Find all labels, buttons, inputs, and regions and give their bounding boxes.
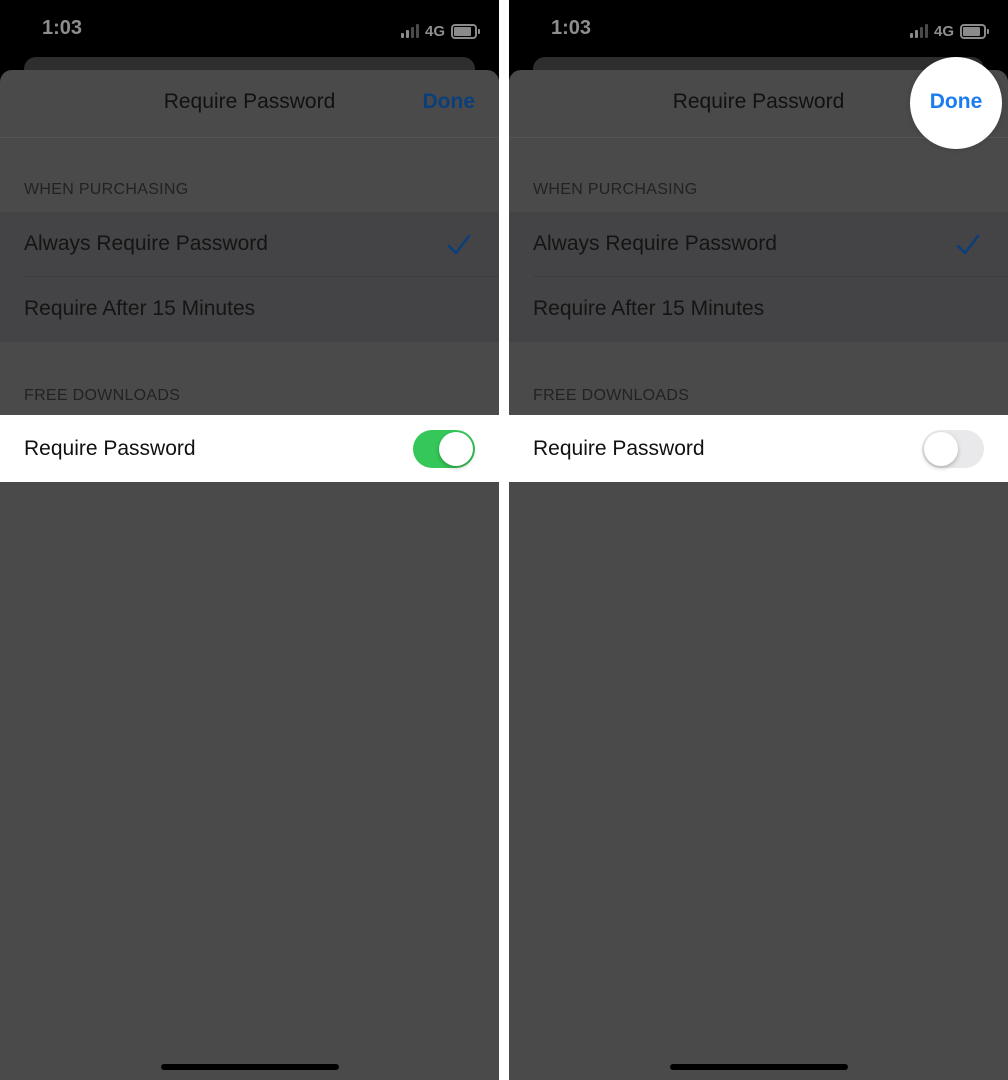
status-bar: 1:03 4G [0, 0, 499, 60]
signal-icon [909, 24, 928, 38]
require-password-label: Require Password [533, 437, 705, 460]
network-label: 4G [424, 22, 445, 40]
purchasing-options-group: Always Require Password Require After 15… [509, 212, 1008, 342]
option-label: Require After 15 Minutes [533, 297, 765, 320]
nav-bar: Require Password Done [0, 70, 499, 138]
status-icons: 4G [909, 22, 989, 40]
section-header-purchasing: WHEN PURCHASING [24, 181, 189, 198]
network-label: 4G [933, 22, 954, 40]
option-label: Always Require Password [533, 232, 777, 255]
dimmed-area [509, 482, 1008, 1080]
require-password-toggle[interactable] [922, 430, 984, 468]
checkmark-icon [956, 234, 980, 255]
require-password-row: Require Password [0, 415, 499, 482]
option-require-after-15[interactable]: Require After 15 Minutes [0, 277, 499, 342]
phone-screen-left: 1:03 4G Require Password Done WHEN PURCH… [0, 0, 499, 1080]
section-header-free-downloads: FREE DOWNLOADS [533, 387, 690, 404]
home-indicator[interactable] [669, 1064, 848, 1070]
status-time: 1:03 [551, 17, 592, 39]
status-time: 1:03 [42, 17, 83, 39]
battery-icon [960, 23, 989, 39]
require-password-label: Require Password [24, 437, 196, 460]
battery-icon [451, 23, 480, 39]
purchasing-options-group: Always Require Password Require After 15… [0, 212, 499, 342]
option-always-require[interactable]: Always Require Password [0, 212, 499, 277]
require-password-toggle[interactable] [413, 430, 475, 468]
signal-icon [400, 24, 419, 38]
toggle-knob [924, 432, 958, 466]
option-label: Require After 15 Minutes [24, 297, 256, 320]
require-password-row: Require Password [509, 415, 1008, 482]
toggle-knob [439, 432, 473, 466]
option-always-require[interactable]: Always Require Password [509, 212, 1008, 277]
section-header-free-downloads: FREE DOWNLOADS [24, 387, 181, 404]
option-require-after-15[interactable]: Require After 15 Minutes [509, 277, 1008, 342]
option-label: Always Require Password [24, 232, 268, 255]
done-button[interactable]: Done [910, 90, 1002, 114]
section-header-purchasing: WHEN PURCHASING [533, 181, 698, 198]
done-button[interactable]: Done [423, 90, 476, 114]
phone-screen-right: 1:03 4G Require Password WHEN PURCHASING… [509, 0, 1008, 1080]
status-bar: 1:03 4G [509, 0, 1008, 60]
dimmed-area [0, 482, 499, 1080]
checkmark-icon [447, 234, 471, 255]
home-indicator[interactable] [160, 1064, 339, 1070]
status-icons: 4G [400, 22, 480, 40]
